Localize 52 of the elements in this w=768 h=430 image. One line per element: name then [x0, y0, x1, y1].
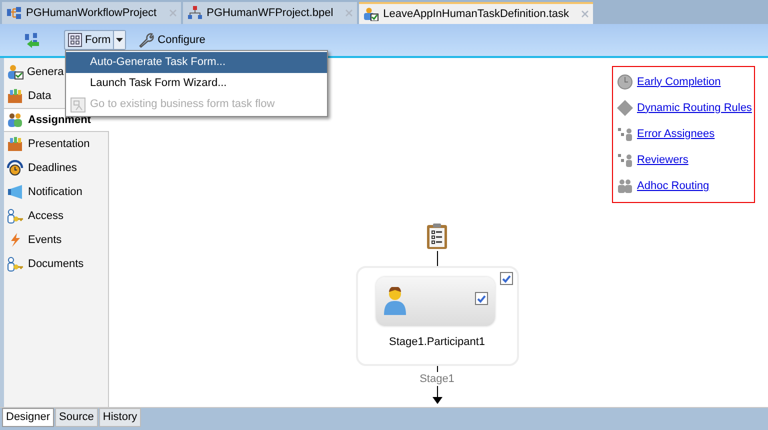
person-check-icon	[7, 64, 24, 80]
link[interactable]: Adhoc Routing	[637, 178, 710, 194]
checkbox[interactable]	[500, 272, 513, 285]
person-icon	[383, 287, 407, 316]
clock-icon	[617, 74, 633, 90]
project-icon	[6, 6, 22, 20]
sidebar-item[interactable]: Access	[4, 204, 108, 228]
checkbox[interactable]	[475, 292, 488, 305]
caret-icon[interactable]	[116, 38, 123, 42]
diagram-arrow-icon[interactable]	[24, 32, 42, 48]
link[interactable]: Reviewers	[637, 152, 688, 168]
menu-item[interactable]: Auto-Generate Task Form...	[66, 52, 327, 73]
people-tree-icon	[617, 152, 633, 168]
link[interactable]: Dynamic Routing Rules	[637, 100, 752, 116]
tab-label: PGHumanWorkflowProject	[26, 6, 157, 21]
clock-icon	[7, 160, 24, 176]
box-icon	[7, 136, 24, 152]
editor-tab[interactable]: PGHumanWorkflowProject	[2, 2, 181, 24]
people-tree-icon	[617, 126, 633, 142]
editor-tab[interactable]: PGHumanWFProject.bpel	[182, 2, 358, 24]
arrow	[432, 386, 443, 405]
wrench-icon[interactable]	[138, 32, 154, 48]
megaphone-icon	[7, 184, 24, 200]
tab-label: PGHumanWFProject.bpel	[206, 6, 334, 21]
form-icon	[68, 33, 82, 47]
task-icon	[363, 7, 380, 21]
bottom-tab[interactable]: Source	[55, 408, 98, 427]
sidebar-item[interactable]: Notification	[4, 180, 108, 204]
clipboard-icon[interactable]	[426, 223, 448, 250]
participant-label: Stage1.Participant1	[388, 335, 486, 350]
configure-button[interactable]: Configure	[158, 32, 206, 48]
tab-label: LeaveAppInHumanTaskDefinition.task	[383, 6, 570, 22]
sidebar-item[interactable]: Documents	[4, 252, 108, 276]
editor-tab[interactable]: LeaveAppInHumanTaskDefinition.task	[359, 2, 594, 24]
menu-item[interactable]: Launch Task Form Wizard...	[66, 73, 327, 94]
form-button[interactable]: Form	[64, 30, 126, 50]
people-icon	[617, 178, 633, 194]
bottom-tab[interactable]: Designer	[2, 408, 54, 427]
person-key-icon	[7, 256, 24, 272]
link[interactable]: Error Assignees	[637, 126, 715, 142]
sidebar-item[interactable]: Events	[4, 228, 108, 252]
process-icon	[186, 6, 203, 20]
sidebar-item[interactable]: Deadlines	[4, 156, 108, 180]
box-icon	[7, 88, 24, 104]
diamond-icon	[617, 100, 633, 116]
link[interactable]: Early Completion	[637, 74, 721, 90]
sidebar-item[interactable]: Presentation	[4, 132, 108, 156]
bottom-tab[interactable]: History	[98, 408, 142, 427]
stage-label: Stage1	[418, 372, 456, 387]
form-flow-icon	[70, 96, 86, 112]
people-icon	[7, 112, 24, 128]
person-key-icon	[7, 208, 24, 224]
